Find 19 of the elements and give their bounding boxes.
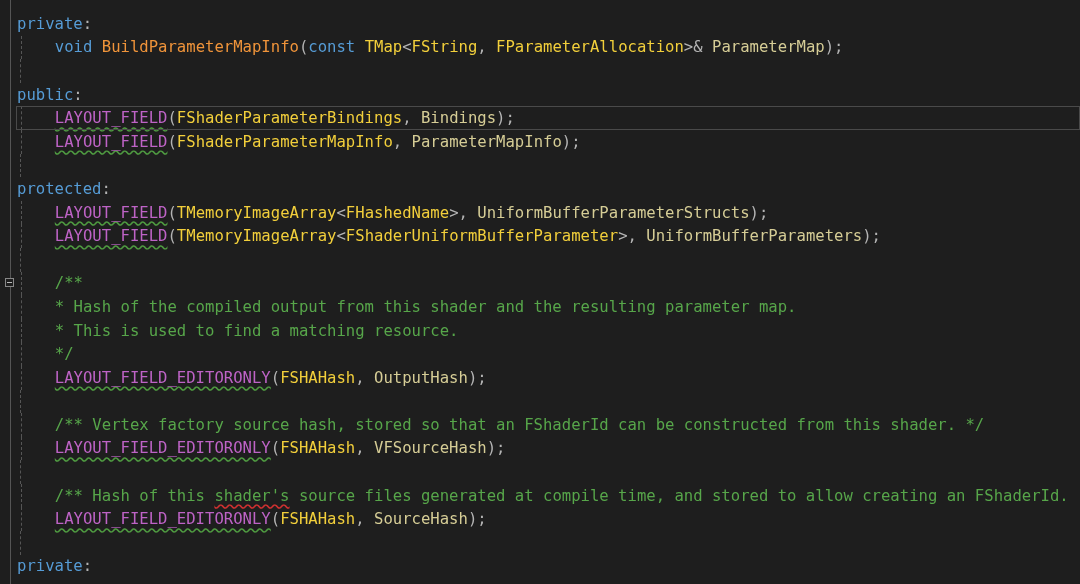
code-line: /** Hash of this shader's source files generated at compile time, and stored to allow creating an FShaderId. — [16, 483, 1080, 508]
code-line: LAYOUT_FIELD(TMemoryImageArray<FHashedName>, UniformBufferParameterStructs); — [16, 200, 1080, 225]
code-line: LAYOUT_FIELD(FShaderParameterMapInfo, ParameterMapInfo); — [16, 129, 1080, 154]
code-line: private: — [16, 13, 94, 35]
code-line: * Hash of the compiled output from this shader and the resulting parameter map. — [16, 295, 1080, 319]
code-line: public: — [16, 84, 84, 106]
code-line: /** Vertex factory source hash, stored so that an FShaderId can be constructed from this shader. */ — [16, 413, 1080, 437]
code-line: /** — [16, 271, 1080, 296]
code-line: protected: — [16, 178, 112, 200]
code-line: LAYOUT_FIELD_EDITORONLY(FSHAHash, SourceHash); — [16, 507, 1080, 532]
code-line: LAYOUT_FIELD(TMemoryImageArray<FShaderUniformBufferParameter>, UniformBufferParameters); — [16, 224, 1080, 248]
code-line: private: — [16, 556, 94, 578]
collapse-icon[interactable] — [5, 277, 14, 287]
code-line: LAYOUT_FIELD_EDITORONLY(FSHAHash, VFSourceHash); — [16, 436, 1080, 461]
code-line: LAYOUT_FIELD(FShaderParameterBindings, Bindings); — [16, 106, 1080, 130]
code-line: void BuildParameterMapInfo(const TMap<FString, FParameterAllocation>& ParameterMap); — [16, 35, 1080, 60]
code-line: * This is used to find a matching resource. — [16, 318, 1080, 343]
code-line: */ — [16, 342, 1080, 366]
code-line: LAYOUT_FIELD_EDITORONLY(FSHAHash, OutputHash); — [16, 365, 1080, 390]
